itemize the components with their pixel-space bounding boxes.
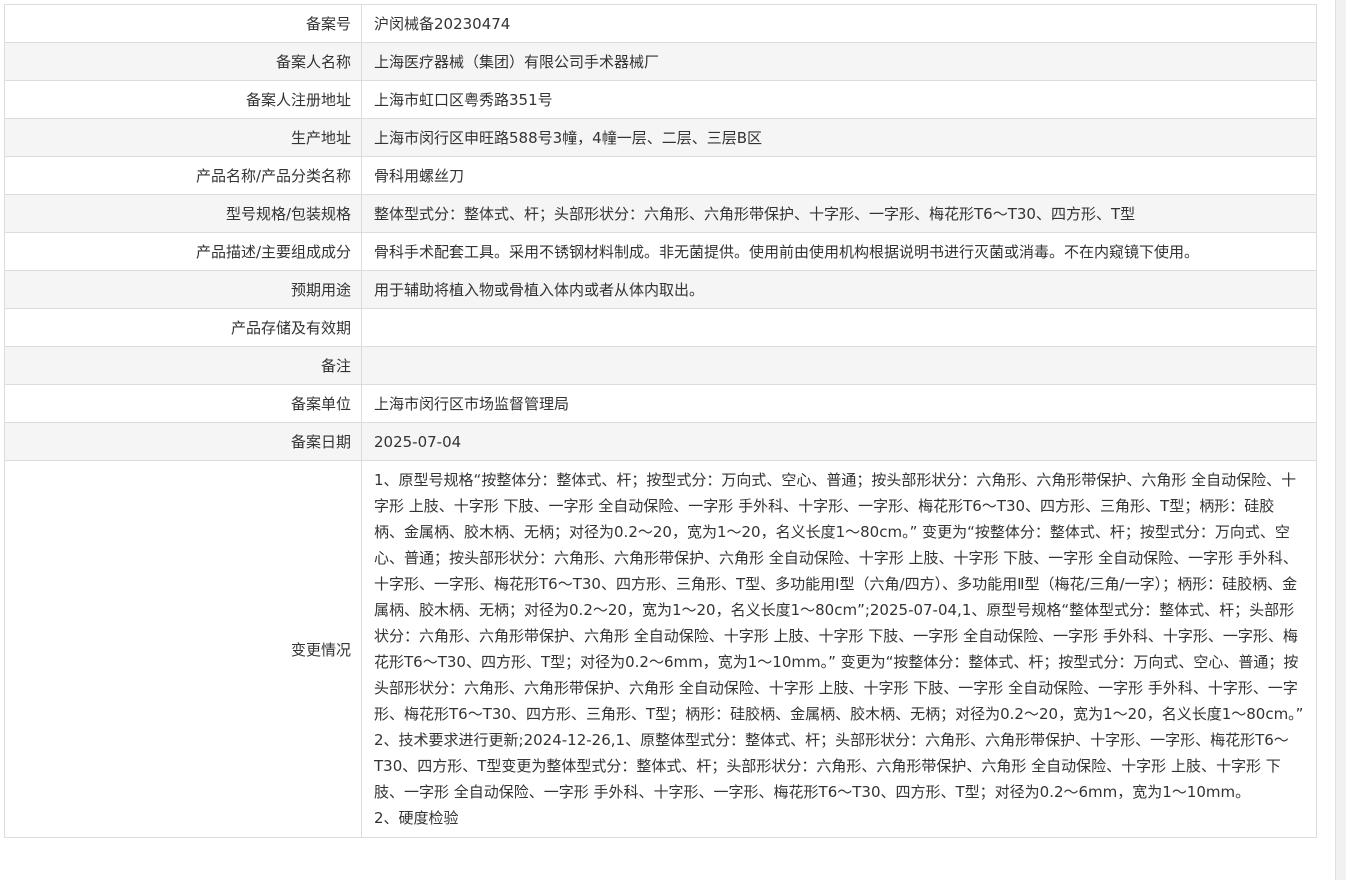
value-product-description: 骨科手术配套工具。采用不锈钢材料制成。非无菌提供。使用前由使用机构根据说明书进行…: [361, 232, 1317, 271]
label-storage-validity: 产品存储及有效期: [4, 308, 362, 347]
label-remarks: 备注: [4, 346, 362, 385]
row-filing-date: 备案日期 2025-07-04: [4, 422, 1317, 461]
label-intended-use: 预期用途: [4, 270, 362, 309]
value-filing-unit: 上海市闵行区市场监督管理局: [361, 384, 1317, 423]
row-changes: 变更情况 1、原型号规格“按整体分：整体式、杆；按型式分：万向式、空心、普通；按…: [4, 460, 1317, 838]
value-changes: 1、原型号规格“按整体分：整体式、杆；按型式分：万向式、空心、普通；按头部形状分…: [361, 460, 1317, 838]
label-filing-unit: 备案单位: [4, 384, 362, 423]
row-filer-name: 备案人名称 上海医疗器械（集团）有限公司手术器械厂: [4, 42, 1317, 81]
value-production-address: 上海市闵行区申旺路588号3幢，4幢一层、二层、三层B区: [361, 118, 1317, 157]
row-record-number: 备案号 沪闵械备20230474: [4, 4, 1317, 43]
value-record-number: 沪闵械备20230474: [361, 4, 1317, 43]
change-line-2: 2、技术要求进行更新;2024-12-26,1、原整体型式分：整体式、杆；头部形…: [374, 731, 1289, 801]
row-model-spec: 型号规格/包装规格 整体型式分：整体式、杆；头部形状分：六角形、六角形带保护、十…: [4, 194, 1317, 233]
value-model-spec: 整体型式分：整体式、杆；头部形状分：六角形、六角形带保护、十字形、一字形、梅花形…: [361, 194, 1317, 233]
row-product-name: 产品名称/产品分类名称 骨科用螺丝刀: [4, 156, 1317, 195]
row-registered-address: 备案人注册地址 上海市虹口区粤秀路351号: [4, 80, 1317, 119]
change-line-1: 1、原型号规格“按整体分：整体式、杆；按型式分：万向式、空心、普通；按头部形状分…: [374, 471, 1304, 723]
label-filing-date: 备案日期: [4, 422, 362, 461]
row-storage-validity: 产品存储及有效期: [4, 308, 1317, 347]
vertical-scrollbar[interactable]: [1335, 0, 1346, 880]
change-line-3: 2、硬度检验: [374, 809, 459, 827]
label-changes: 变更情况: [4, 460, 362, 838]
record-detail: 备案号 沪闵械备20230474 备案人名称 上海医疗器械（集团）有限公司手术器…: [4, 4, 1317, 838]
row-production-address: 生产地址 上海市闵行区申旺路588号3幢，4幢一层、二层、三层B区: [4, 118, 1317, 157]
value-registered-address: 上海市虹口区粤秀路351号: [361, 80, 1317, 119]
row-remarks: 备注: [4, 346, 1317, 385]
value-product-name: 骨科用螺丝刀: [361, 156, 1317, 195]
value-intended-use: 用于辅助将植入物或骨植入体内或者从体内取出。: [361, 270, 1317, 309]
label-model-spec: 型号规格/包装规格: [4, 194, 362, 233]
value-storage-validity: [361, 308, 1317, 347]
value-filing-date: 2025-07-04: [361, 422, 1317, 461]
record-table: 备案号 沪闵械备20230474 备案人名称 上海医疗器械（集团）有限公司手术器…: [4, 4, 1317, 838]
value-remarks: [361, 346, 1317, 385]
row-intended-use: 预期用途 用于辅助将植入物或骨植入体内或者从体内取出。: [4, 270, 1317, 309]
label-production-address: 生产地址: [4, 118, 362, 157]
value-filer-name: 上海医疗器械（集团）有限公司手术器械厂: [361, 42, 1317, 81]
label-filer-name: 备案人名称: [4, 42, 362, 81]
label-product-name: 产品名称/产品分类名称: [4, 156, 362, 195]
row-product-description: 产品描述/主要组成成分 骨科手术配套工具。采用不锈钢材料制成。非无菌提供。使用前…: [4, 232, 1317, 271]
label-record-number: 备案号: [4, 4, 362, 43]
label-registered-address: 备案人注册地址: [4, 80, 362, 119]
row-filing-unit: 备案单位 上海市闵行区市场监督管理局: [4, 384, 1317, 423]
label-product-description: 产品描述/主要组成成分: [4, 232, 362, 271]
